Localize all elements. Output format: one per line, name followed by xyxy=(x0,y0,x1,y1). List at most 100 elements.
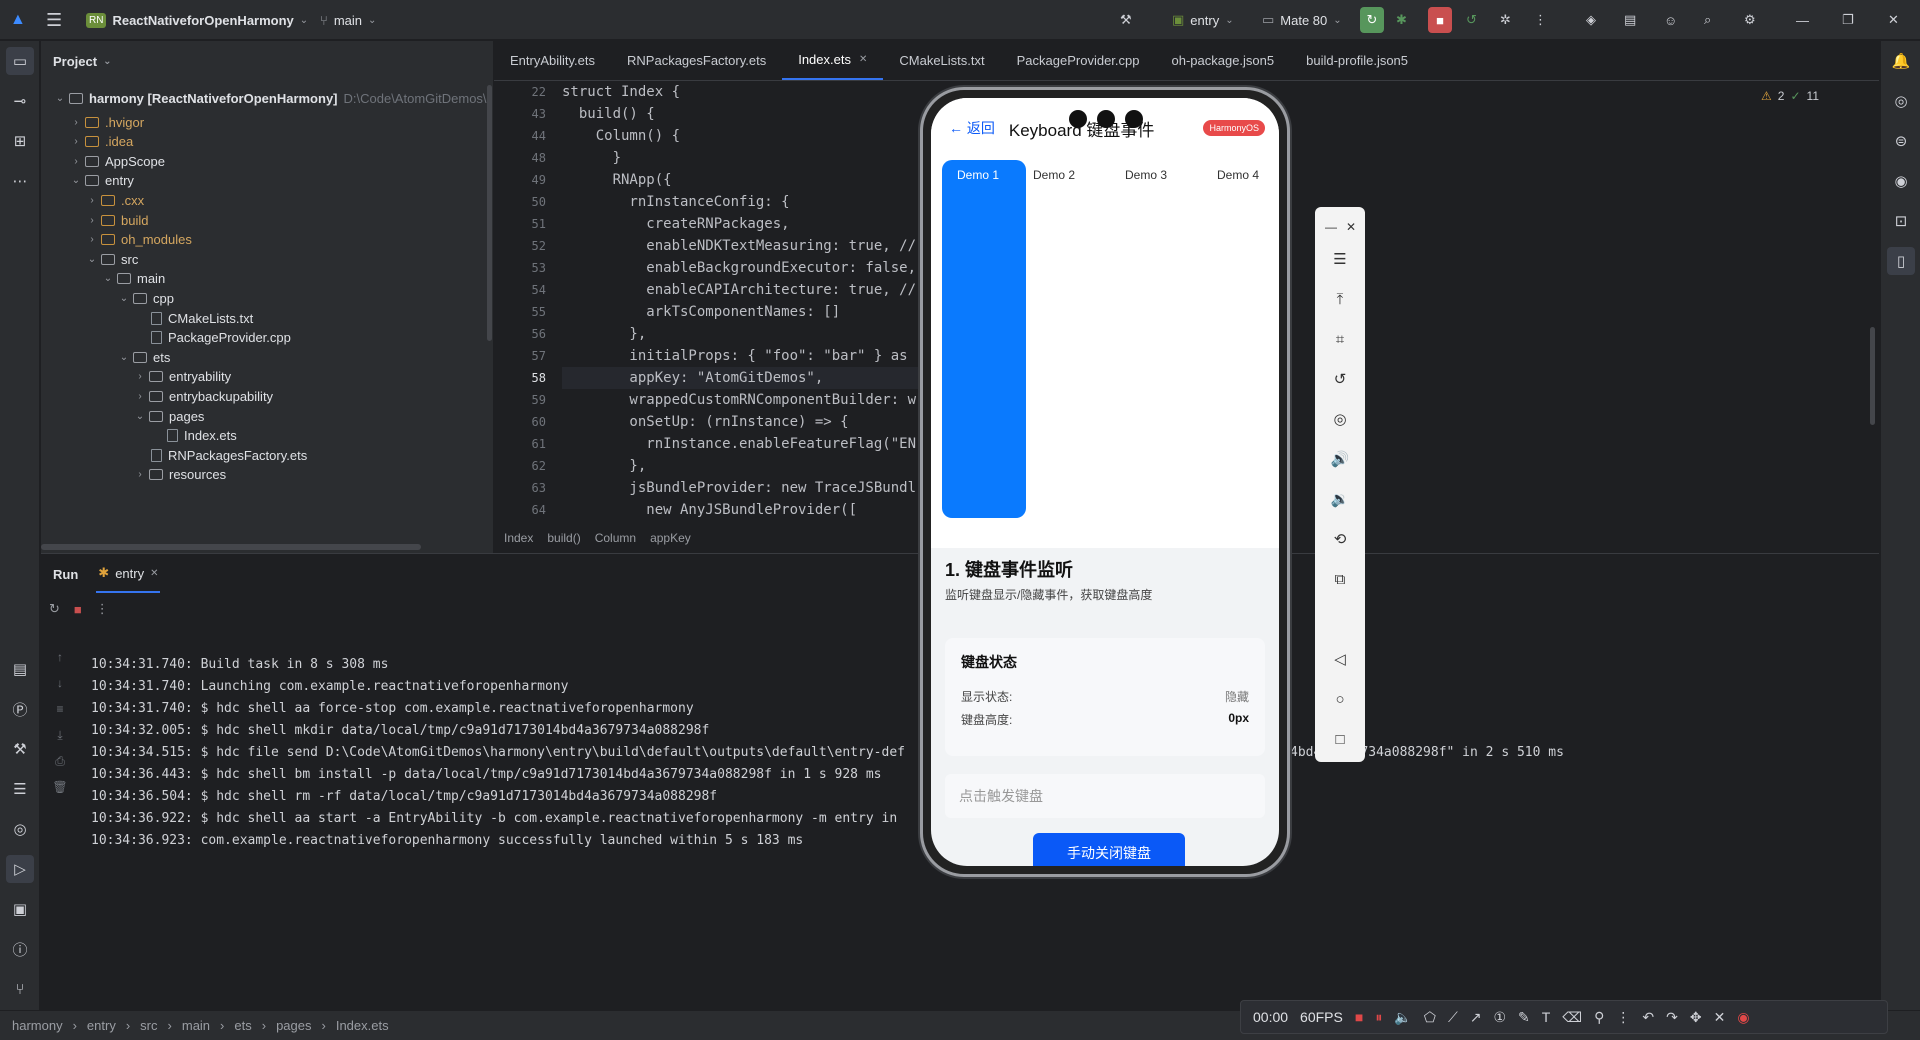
project-panel-header[interactable]: Project ⌄ xyxy=(41,41,493,81)
minimize-icon[interactable]: — xyxy=(1796,0,1809,40)
close-tab-icon[interactable]: ✕ xyxy=(150,568,158,579)
close-keyboard-button[interactable]: 手动关闭键盘 xyxy=(1033,833,1185,866)
breadcrumb-item[interactable]: Column xyxy=(595,531,636,545)
tree-root[interactable]: ⌄ harmony [ReactNativeforOpenHarmony] D:… xyxy=(41,86,487,110)
editor-tab[interactable]: EntryAbility.ets xyxy=(494,40,611,80)
device-preview-icon[interactable]: ▯ xyxy=(1887,247,1915,275)
scroll-end-icon[interactable]: ⤓ xyxy=(47,722,73,748)
settings-gear-icon[interactable]: ⚙ xyxy=(1744,0,1756,40)
restore-icon[interactable]: ❐ xyxy=(1842,0,1854,40)
print-icon[interactable]: ⎙ xyxy=(47,748,73,774)
pause-icon[interactable]: ⏸ xyxy=(1375,1009,1382,1026)
structure-icon[interactable]: ⊞ xyxy=(6,127,34,155)
status-path-item[interactable]: ets xyxy=(234,1018,251,1033)
run-tab-entry[interactable]: ✱ entry ✕ xyxy=(96,555,161,593)
editor-tab[interactable]: CMakeLists.txt xyxy=(883,40,1000,80)
crop-icon[interactable]: ⌗ xyxy=(1326,325,1354,353)
inspector-icon[interactable]: ⊡ xyxy=(1887,207,1915,235)
ai-assistant-icon[interactable]: ◎ xyxy=(1887,87,1915,115)
code-view[interactable]: struct Index { build() { Column() { } RN… xyxy=(562,81,982,521)
demo-tab-2[interactable]: Demo 2 xyxy=(1033,168,1075,182)
more-icon[interactable]: ⋮ xyxy=(1616,1009,1630,1026)
multi-window-icon[interactable]: ⧉ xyxy=(1326,565,1354,593)
run-tab-title[interactable]: Run xyxy=(53,567,78,582)
layout-icon[interactable]: ▤ xyxy=(6,655,34,683)
run-config-selector[interactable]: ▣ entry ⌄ xyxy=(1172,0,1234,40)
move-icon[interactable]: ✥ xyxy=(1690,1009,1702,1026)
problems-icon[interactable]: ⓘ xyxy=(6,935,34,963)
line-icon[interactable]: ⟋ xyxy=(1448,1009,1458,1026)
audio-icon[interactable]: 🔈 xyxy=(1394,1009,1411,1026)
more-icon[interactable]: ⋮ xyxy=(1534,0,1547,40)
breadcrumb-item[interactable]: appKey xyxy=(650,531,691,545)
horizontal-scrollbar[interactable] xyxy=(41,544,421,550)
tree-item[interactable]: › resources xyxy=(41,463,226,487)
project-selector[interactable]: RN ReactNativeforOpenHarmony ⌄ xyxy=(86,0,308,40)
main-menu-icon[interactable]: ☰ xyxy=(46,0,70,40)
record-icon[interactable]: ◉ xyxy=(1737,1009,1749,1026)
device-selector[interactable]: ▭ Mate 80 ⌄ xyxy=(1262,0,1342,40)
scroll-down-icon[interactable]: ↓ xyxy=(47,670,73,696)
terminal-icon[interactable]: ▣ xyxy=(6,895,34,923)
debug-icon[interactable]: ✱ xyxy=(1396,0,1407,40)
more-tools-icon[interactable]: ⋯ xyxy=(6,167,34,195)
editor-tab[interactable]: oh-package.json5 xyxy=(1155,40,1290,80)
volume-up-icon[interactable]: 🔊 xyxy=(1326,445,1354,473)
home-nav-icon[interactable]: ○ xyxy=(1326,685,1354,713)
build-icon[interactable]: ⚒ xyxy=(6,735,34,763)
demo-tab-3[interactable]: Demo 3 xyxy=(1125,168,1167,182)
arrow-icon[interactable]: ↗ xyxy=(1470,1009,1482,1026)
search-icon[interactable]: ⌕ xyxy=(1704,0,1711,40)
status-path-item[interactable]: entry xyxy=(87,1018,116,1033)
plugin-icon[interactable]: ◈ xyxy=(1586,0,1596,40)
vertical-scrollbar[interactable] xyxy=(487,85,492,341)
editor-scrollbar[interactable] xyxy=(1870,327,1875,425)
bug-icon[interactable]: ✲ xyxy=(1500,0,1511,40)
notifications-icon[interactable]: 🔔 xyxy=(1887,47,1915,75)
pin-top-icon[interactable]: ⤒ xyxy=(1326,285,1354,313)
device-manager-icon[interactable]: ▤ xyxy=(1624,0,1636,40)
breadcrumb-item[interactable]: build() xyxy=(547,531,580,545)
rotate-icon[interactable]: ↺ xyxy=(1326,365,1354,393)
demo-tab-1[interactable]: Demo 1 xyxy=(957,168,999,182)
close-tab-icon[interactable]: ✕ xyxy=(859,54,867,65)
log-icon[interactable]: ☰ xyxy=(6,775,34,803)
close-icon[interactable]: ✕ xyxy=(1337,213,1365,241)
scroll-up-icon[interactable]: ↑ xyxy=(47,644,73,670)
highlighter-icon[interactable]: ⚲ xyxy=(1594,1009,1604,1026)
rerun-icon[interactable]: ↻ xyxy=(49,601,60,617)
record-stop-icon[interactable]: ■ xyxy=(1355,1009,1363,1025)
database-icon[interactable]: ⊜ xyxy=(1887,127,1915,155)
eraser-icon[interactable]: ⌫ xyxy=(1562,1009,1582,1026)
undo-icon[interactable]: ↶ xyxy=(1642,1009,1654,1026)
status-path-item[interactable]: main xyxy=(182,1018,210,1033)
editor-tab[interactable]: RNPackagesFactory.ets xyxy=(611,40,782,80)
inspection-widget[interactable]: ⚠ 2 ✓ 11 xyxy=(1761,89,1819,103)
status-path-item[interactable]: src xyxy=(140,1018,157,1033)
preview-eye-icon[interactable]: ◉ xyxy=(1887,167,1915,195)
menu-icon[interactable]: ☰ xyxy=(1326,245,1354,273)
back-button[interactable]: ← 返回 xyxy=(949,118,995,138)
editor-tab[interactable]: Index.ets ✕ xyxy=(782,40,884,80)
back-nav-icon[interactable]: ◁ xyxy=(1326,645,1354,673)
editor-tab[interactable]: build-profile.json5 xyxy=(1290,40,1424,80)
shake-icon[interactable]: ⟲ xyxy=(1326,525,1354,553)
close-icon[interactable]: ✕ xyxy=(1888,0,1899,40)
keyboard-input[interactable]: 点击触发键盘 xyxy=(945,774,1265,818)
run-tool-icon[interactable]: ▷ xyxy=(6,855,34,883)
build-hammer-icon[interactable]: ⚒ xyxy=(1120,0,1132,40)
text-icon[interactable]: T xyxy=(1542,1009,1551,1025)
screenshot-icon[interactable]: ◎ xyxy=(1326,405,1354,433)
stop-icon[interactable]: ■ xyxy=(74,602,82,617)
commit-icon[interactable]: ⊸ xyxy=(6,87,34,115)
editor-tab[interactable]: PackageProvider.cpp xyxy=(1001,40,1156,80)
demo-tab-4[interactable]: Demo 4 xyxy=(1217,168,1259,182)
profiler-icon[interactable]: Ⓟ xyxy=(6,695,34,723)
volume-down-icon[interactable]: 🔉 xyxy=(1326,485,1354,513)
run-console[interactable]: 10:34:31.740: Build task in 8 s 308 ms 10… xyxy=(91,654,905,852)
account-icon[interactable]: ☺ xyxy=(1664,0,1677,40)
pen-icon[interactable]: ✎ xyxy=(1518,1009,1530,1026)
soft-wrap-icon[interactable]: ≡ xyxy=(47,696,73,722)
shapes-icon[interactable]: ⬠ xyxy=(1424,1009,1436,1026)
apply-changes-icon[interactable]: ↺ xyxy=(1466,0,1477,40)
